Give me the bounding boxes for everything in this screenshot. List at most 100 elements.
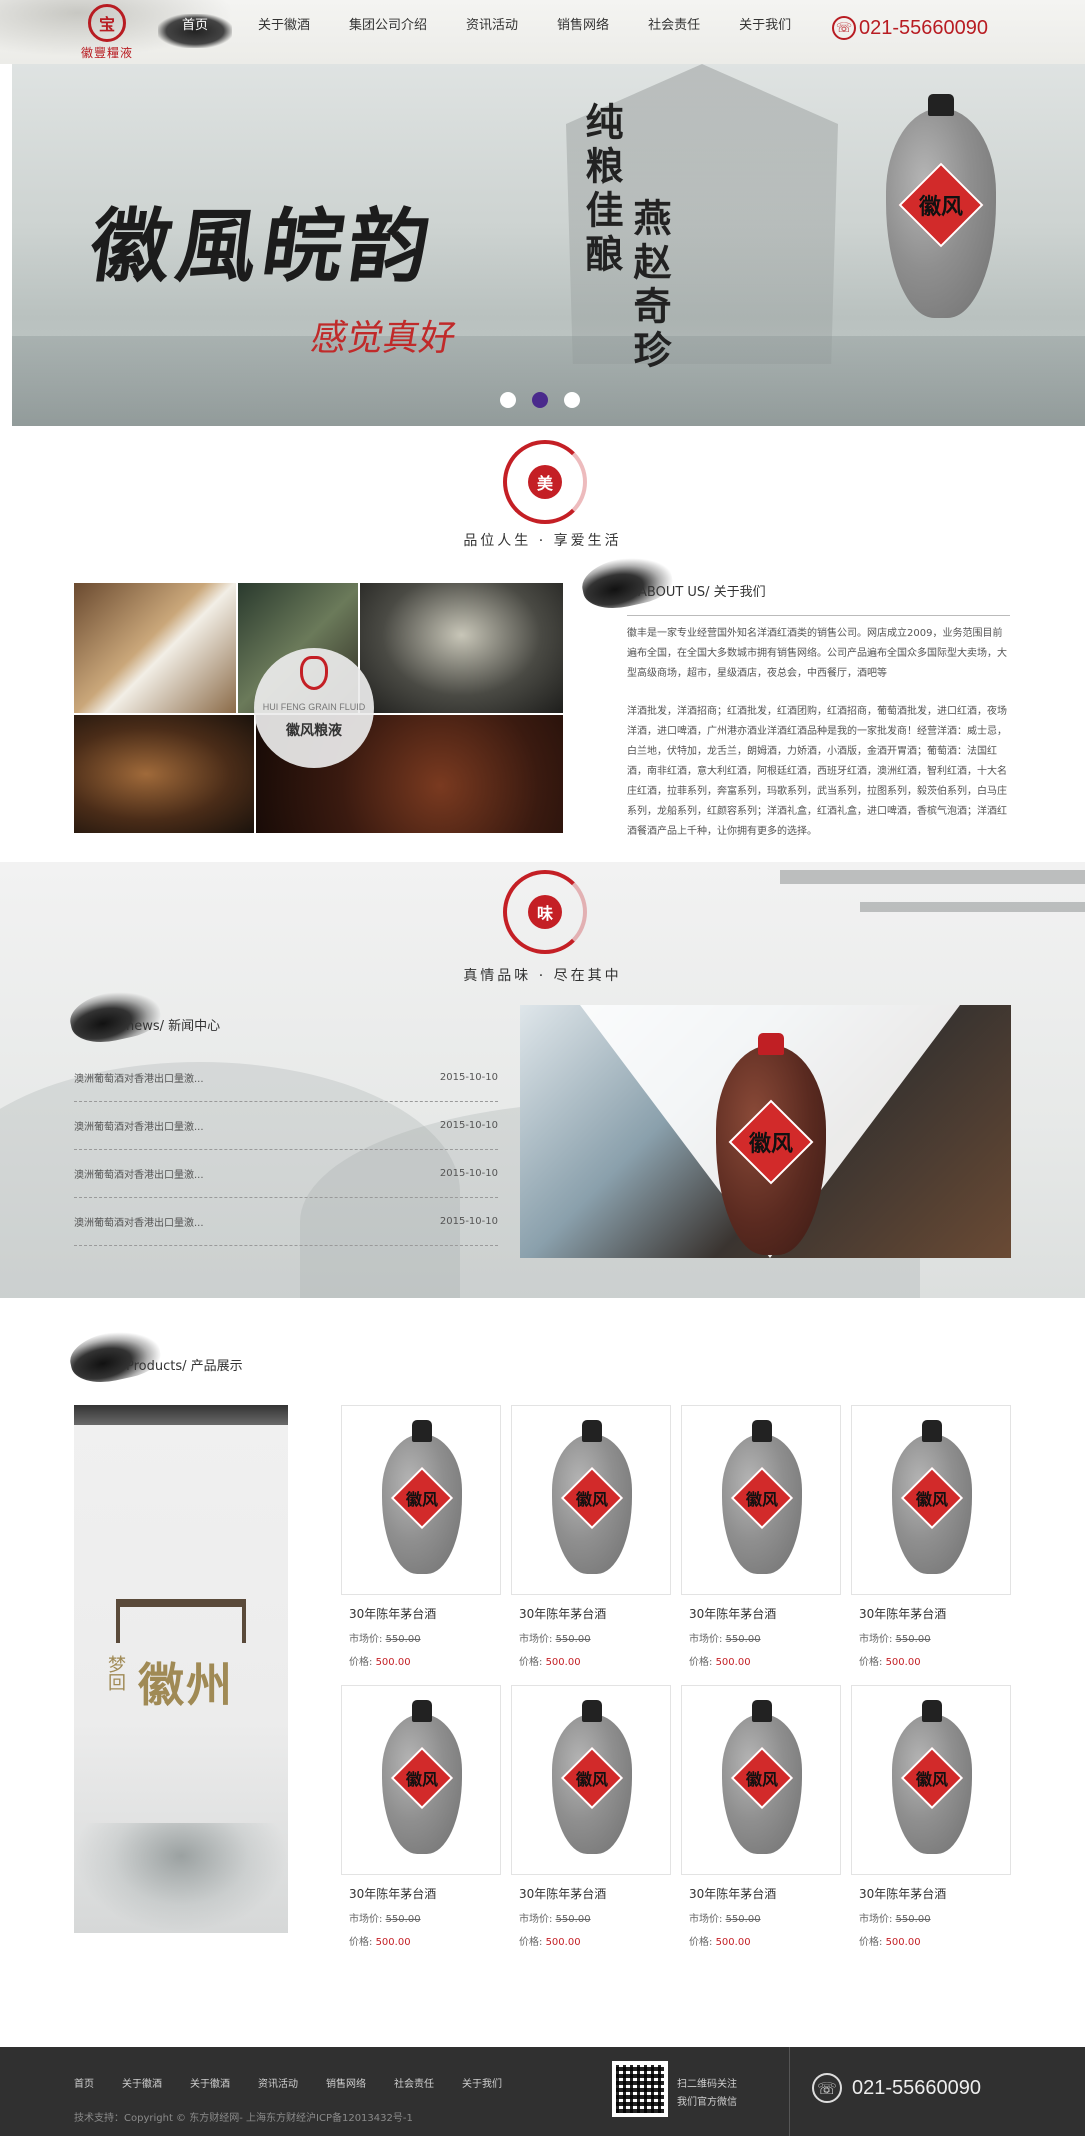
product-card[interactable]: 徽风 30年陈年茅台酒 市场价: 550.00 价格: 500.00 [851, 1685, 1011, 1948]
bottle-label: 徽风 [900, 1747, 964, 1810]
footer-nav-news[interactable]: 资讯活动 [258, 2075, 298, 2090]
slider-dot-3[interactable] [564, 392, 580, 408]
product-image[interactable]: 徽风 [681, 1685, 841, 1875]
product-image[interactable]: 徽风 [851, 1405, 1011, 1595]
product-bottle: 徽风 [722, 1700, 802, 1854]
news-item-title[interactable]: 澳洲葡萄酒对香港出口量激... [74, 1166, 204, 1181]
price-value: 500.00 [375, 1657, 411, 1668]
market-price-label: 市场价: [349, 1634, 383, 1645]
market-price-value: 550.00 [385, 1914, 421, 1925]
nav-item-about-us[interactable]: 关于我们 [726, 14, 804, 48]
product-name[interactable]: 30年陈年茅台酒 [341, 1885, 501, 1902]
bottle-label: 徽风 [728, 1099, 814, 1185]
footer-phone: ☏ 021-55660090 [812, 2073, 981, 2103]
product-bottle: 徽风 [552, 1420, 632, 1574]
product-card[interactable]: 徽风 30年陈年茅台酒 市场价: 550.00 价格: 500.00 [681, 1685, 841, 1948]
market-price-value: 550.00 [725, 1634, 761, 1645]
logo-mark: 宝 [88, 4, 126, 42]
product-price: 价格: 500.00 [851, 1933, 1011, 1948]
product-market-price: 市场价: 550.00 [681, 1910, 841, 1925]
market-price-value: 550.00 [385, 1634, 421, 1645]
product-name[interactable]: 30年陈年茅台酒 [681, 1605, 841, 1622]
product-price: 价格: 500.00 [341, 1933, 501, 1948]
market-price-value: 550.00 [555, 1634, 591, 1645]
product-name[interactable]: 30年陈年茅台酒 [681, 1885, 841, 1902]
product-name[interactable]: 30年陈年茅台酒 [511, 1885, 671, 1902]
photo-pouring-liquor [74, 583, 236, 713]
footer-nav-home[interactable]: 首页 [74, 2075, 94, 2090]
news-item[interactable]: 澳洲葡萄酒对香港出口量激... 2015-10-10 [74, 1198, 498, 1246]
bottle-label: 徽风 [390, 1747, 454, 1810]
product-card[interactable]: 徽风 30年陈年茅台酒 市场价: 550.00 价格: 500.00 [341, 1685, 501, 1948]
promo-image[interactable]: 徽风 [520, 1005, 1011, 1258]
market-price-label: 市场价: [689, 1634, 723, 1645]
products-heading: Products/ 产品展示 [65, 1323, 243, 1389]
header-phone: ☏ 021-55660090 [832, 16, 988, 40]
hero-banner[interactable]: 徽風皖韵 感觉真好 纯粮佳酿 燕赵奇珍 徽风 [12, 64, 1085, 426]
nav-item-sales-network[interactable]: 销售网络 [544, 14, 622, 48]
news-item[interactable]: 澳洲葡萄酒对香港出口量激... 2015-10-10 [74, 1102, 498, 1150]
slider-dots [500, 392, 596, 408]
footer-nav-about-liquor-2[interactable]: 关于徽酒 [190, 2075, 230, 2090]
phone-icon: ☏ [812, 2073, 842, 2103]
roof-shape [860, 902, 1085, 912]
slider-dot-1[interactable] [500, 392, 516, 408]
nav-item-social-responsibility[interactable]: 社会责任 [635, 14, 713, 48]
seal-emblem-mei: 美 [503, 440, 587, 524]
footer-nav-social-responsibility[interactable]: 社会责任 [394, 2075, 434, 2090]
news-item-title[interactable]: 澳洲葡萄酒对香港出口量激... [74, 1118, 204, 1133]
market-price-label: 市场价: [349, 1914, 383, 1925]
nav-item-about-liquor[interactable]: 关于徽酒 [245, 14, 323, 48]
bottle-cap [927, 94, 955, 116]
banner-vertical-text-1: 纯粮佳酿 [579, 102, 624, 278]
roof-tiles [74, 1405, 288, 1425]
nav-item-home[interactable]: 首页 [158, 14, 232, 48]
footer-nav-about-us[interactable]: 关于我们 [462, 2075, 502, 2090]
footer-nav-sales-network[interactable]: 销售网络 [326, 2075, 366, 2090]
site-header: 宝 徽豐糧液 首页 关于徽酒 集团公司介绍 资讯活动 销售网络 社会责任 关于我… [0, 0, 1085, 64]
product-image[interactable]: 徽风 [341, 1405, 501, 1595]
product-card[interactable]: 徽风 30年陈年茅台酒 市场价: 550.00 价格: 500.00 [341, 1405, 501, 1668]
divider [789, 2047, 790, 2136]
photo-barrels [74, 715, 254, 833]
nav-item-news[interactable]: 资讯活动 [453, 14, 531, 48]
product-card[interactable]: 徽风 30年陈年茅台酒 市场价: 550.00 价格: 500.00 [681, 1405, 841, 1668]
product-image[interactable]: 徽风 [341, 1685, 501, 1875]
bottle-label: 徽风 [560, 1747, 624, 1810]
news-item[interactable]: 澳洲葡萄酒对香港出口量激... 2015-10-10 [74, 1150, 498, 1198]
product-image[interactable]: 徽风 [511, 1685, 671, 1875]
product-image[interactable]: 徽风 [511, 1405, 671, 1595]
slider-dot-2[interactable] [532, 392, 548, 408]
product-card[interactable]: 徽风 30年陈年茅台酒 市场价: 550.00 价格: 500.00 [511, 1685, 671, 1948]
nav-item-group[interactable]: 集团公司介绍 [336, 14, 440, 48]
market-price-value: 550.00 [895, 1914, 931, 1925]
product-price: 价格: 500.00 [511, 1933, 671, 1948]
product-name[interactable]: 30年陈年茅台酒 [851, 1885, 1011, 1902]
about-heading: ABOUT US/ 关于我们 [577, 549, 766, 615]
bottle-cap [752, 1420, 772, 1442]
product-image[interactable]: 徽风 [681, 1405, 841, 1595]
product-name[interactable]: 30年陈年茅台酒 [341, 1605, 501, 1622]
bottle-cap [582, 1420, 602, 1442]
product-name[interactable]: 30年陈年茅台酒 [851, 1605, 1011, 1622]
product-market-price: 市场价: 550.00 [341, 1910, 501, 1925]
side-banner-text: 徽州 [138, 1658, 234, 1712]
ink-brush-icon [65, 1323, 165, 1389]
market-price-label: 市场价: [519, 1634, 553, 1645]
side-banner[interactable]: 梦回 徽州 [74, 1405, 288, 1933]
news-item-date: 2015-10-10 [439, 1168, 498, 1179]
brand-chinese: 徽风粮液 [286, 723, 342, 739]
product-name[interactable]: 30年陈年茅台酒 [511, 1605, 671, 1622]
footer-nav-about-liquor[interactable]: 关于徽酒 [122, 2075, 162, 2090]
price-value: 500.00 [885, 1657, 921, 1668]
news-item-title[interactable]: 澳洲葡萄酒对香港出口量激... [74, 1214, 204, 1229]
product-card[interactable]: 徽风 30年陈年茅台酒 市场价: 550.00 价格: 500.00 [851, 1405, 1011, 1668]
product-market-price: 市场价: 550.00 [681, 1630, 841, 1645]
news-item[interactable]: 澳洲葡萄酒对香港出口量激... 2015-10-10 [74, 1054, 498, 1102]
qr-caption-1: 扫二维码关注 [677, 2079, 737, 2090]
product-card[interactable]: 徽风 30年陈年茅台酒 市场价: 550.00 价格: 500.00 [511, 1405, 671, 1668]
section1-slogan: 品位人生 · 享爱生活 [463, 533, 622, 549]
product-image[interactable]: 徽风 [851, 1685, 1011, 1875]
site-logo[interactable]: 宝 徽豐糧液 [72, 4, 142, 60]
news-item-title[interactable]: 澳洲葡萄酒对香港出口量激... [74, 1070, 204, 1085]
